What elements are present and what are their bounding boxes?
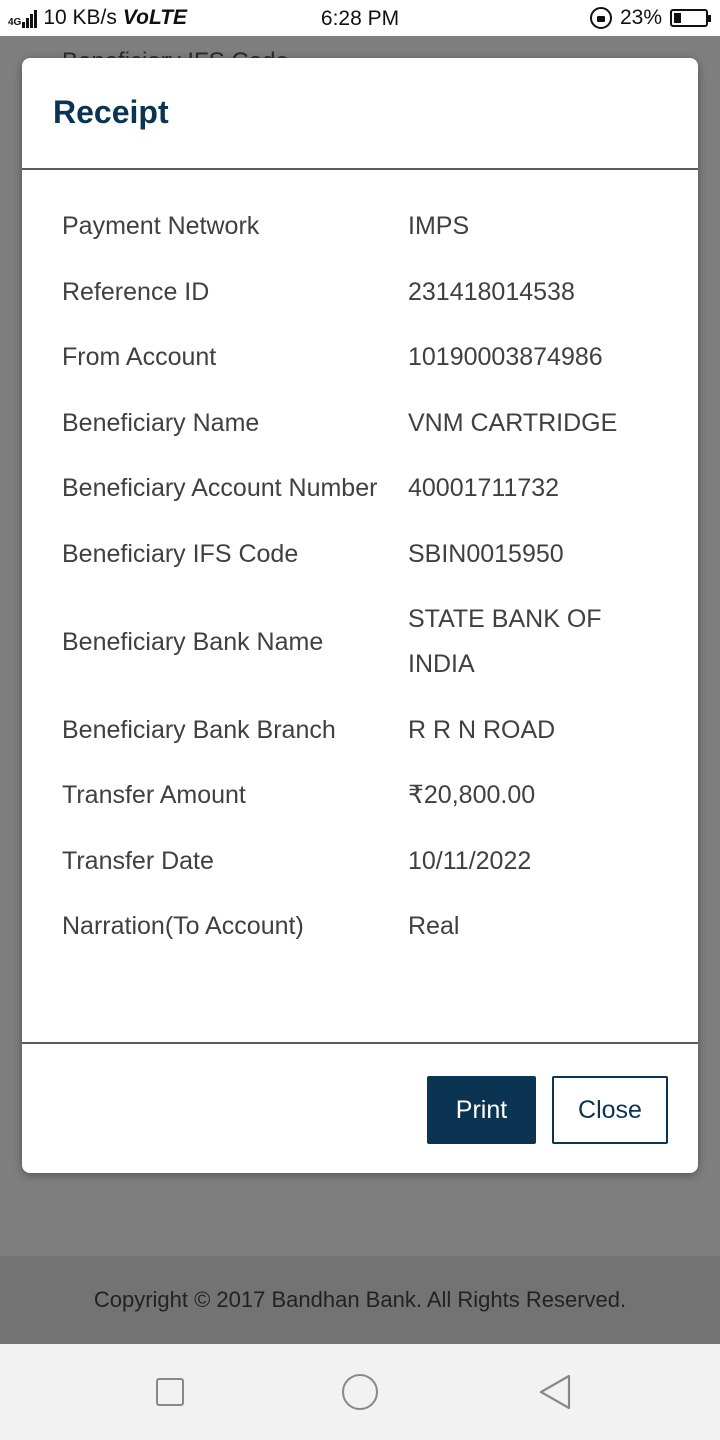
receipt-row: Beneficiary Account Number 40001711732	[22, 466, 698, 511]
row-label: Beneficiary Bank Branch	[62, 715, 336, 744]
row-value: SBIN0015950	[408, 539, 564, 568]
row-label: Beneficiary Name	[62, 408, 260, 437]
row-label: Beneficiary IFS Code	[62, 539, 299, 568]
row-value: 231418014538	[408, 277, 575, 306]
row-value: ₹20,800.00	[408, 781, 536, 809]
row-value: R R N ROAD	[408, 715, 556, 744]
row-value: STATE BANK OF INDIA	[408, 605, 602, 678]
page-footer: Copyright © 2017 Bandhan Bank. All Right…	[0, 1256, 720, 1344]
status-bar: 4G 10 KB/s VoLTE 6:28 PM 23%	[0, 0, 720, 36]
dialog-header: Receipt	[22, 58, 698, 170]
close-button[interactable]: Close	[552, 1076, 668, 1144]
battery-icon	[670, 9, 711, 27]
row-label: Payment Network	[62, 212, 260, 240]
receipt-row: Beneficiary Name VNM CARTRIDGE	[22, 401, 698, 446]
dialog-footer: Print Close	[22, 1042, 698, 1173]
receipt-row: Payment Network IMPS	[22, 204, 698, 249]
receipt-row: Transfer Date 10/11/2022	[22, 839, 698, 884]
recent-apps-icon[interactable]	[156, 1378, 184, 1406]
row-label: Reference ID	[62, 277, 210, 306]
home-icon[interactable]	[342, 1374, 378, 1410]
rotation-lock-icon	[589, 7, 612, 29]
receipt-row: Beneficiary Bank Branch R R N ROAD	[22, 708, 698, 753]
receipt-details: Payment Network IMPS Reference ID 231418…	[22, 204, 698, 949]
status-right: 23%	[589, 6, 711, 30]
row-label: Beneficiary Account Number	[62, 474, 378, 502]
row-value: Real	[408, 912, 460, 940]
row-value: 10/11/2022	[408, 846, 532, 875]
battery-level	[674, 13, 681, 23]
row-label: Narration(To Account)	[62, 912, 304, 940]
receipt-row: Beneficiary IFS Code SBIN0015950	[22, 532, 698, 577]
receipt-row: Transfer Amount ₹20,800.00	[22, 773, 698, 818]
row-label: Transfer Amount	[62, 781, 246, 809]
dialog-title: Receipt	[53, 94, 169, 130]
back-icon[interactable]	[538, 1374, 572, 1410]
receipt-row: Beneficiary Bank Name STATE BANK OF INDI…	[22, 597, 698, 687]
receipt-row: Narration(To Account) Real	[22, 904, 698, 949]
copyright-text: Copyright © 2017 Bandhan Bank. All Right…	[93, 1287, 627, 1312]
navigation-bar	[0, 1344, 720, 1440]
receipt-row: Reference ID 231418014538	[22, 270, 698, 315]
row-value: 40001711732	[408, 474, 560, 502]
row-value: 10190003874986	[408, 343, 603, 371]
row-label: Beneficiary Bank Name	[62, 627, 324, 656]
battery-percent: 23%	[619, 6, 662, 29]
row-value: IMPS	[408, 212, 470, 240]
receipt-row: From Account 10190003874986	[22, 335, 698, 380]
receipt-dialog: Receipt Payment Network IMPS Reference I…	[22, 58, 698, 1173]
row-label: Transfer Date	[62, 846, 214, 875]
print-button[interactable]: Print	[427, 1076, 536, 1144]
row-label: From Account	[62, 343, 217, 371]
row-value: VNM CARTRIDGE	[408, 408, 618, 437]
